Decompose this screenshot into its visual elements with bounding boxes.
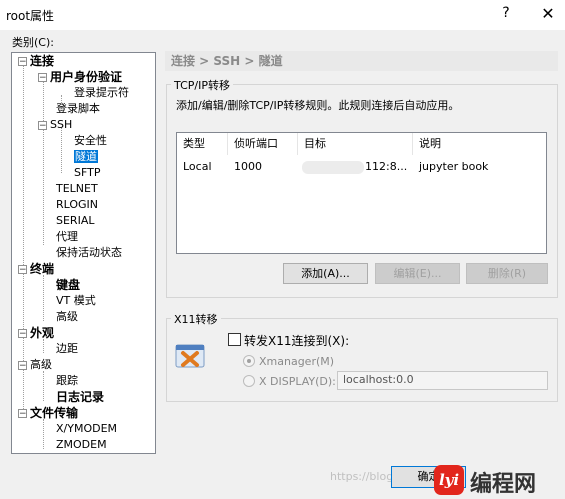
cell-port: 1000 bbox=[234, 160, 262, 173]
column-header-desc[interactable]: 说明 bbox=[413, 133, 545, 155]
collapse-icon[interactable]: − bbox=[18, 409, 27, 419]
radio-x-display-label: X DISPLAY(D): bbox=[259, 375, 336, 388]
column-header-port[interactable]: 侦听端口 bbox=[228, 133, 298, 155]
list-header: 类型 侦听端口 目标 说明 bbox=[177, 133, 546, 155]
tree-item-appearance[interactable]: − 外观 bbox=[18, 325, 54, 341]
collapse-icon[interactable]: − bbox=[38, 120, 47, 130]
tree-item-keyboard[interactable]: 键盘 bbox=[56, 277, 80, 293]
tree-item-terminal[interactable]: − 终端 bbox=[18, 261, 54, 277]
brand-logo-icon: lyi bbox=[434, 465, 464, 495]
radio-xmanager-label: Xmanager(M) bbox=[259, 355, 335, 368]
column-header-target[interactable]: 目标 bbox=[298, 133, 413, 155]
radio-x-display[interactable] bbox=[243, 375, 255, 387]
title-bar: root属性 ? ✕ bbox=[0, 0, 565, 30]
tree-item-terminal-advanced[interactable]: 高级 bbox=[56, 309, 78, 325]
collapse-icon[interactable]: − bbox=[18, 57, 27, 67]
tree-item-trace[interactable]: 跟踪 bbox=[56, 373, 78, 389]
forward-x11-checkbox[interactable] bbox=[228, 333, 241, 346]
redacted-blur bbox=[302, 161, 364, 174]
column-header-type[interactable]: 类型 bbox=[177, 133, 228, 155]
forwarding-rules-list[interactable]: 类型 侦听端口 目标 说明 Local 1000 112:8... jupyte… bbox=[176, 132, 547, 254]
tree-item-advanced[interactable]: − 高级 bbox=[18, 357, 52, 373]
tree-item-connection[interactable]: − 连接 bbox=[18, 53, 54, 69]
tree-item-proxy[interactable]: 代理 bbox=[56, 229, 78, 245]
xmanager-icon bbox=[175, 342, 207, 370]
close-button[interactable]: ✕ bbox=[537, 4, 559, 23]
tree-item-zmodem[interactable]: ZMODEM bbox=[56, 437, 107, 453]
category-tree[interactable]: − 连接 − 用户身份验证 登录提示符 登录脚本 − SSH 安全性 隧道 SFTP … bbox=[11, 52, 156, 454]
radio-xmanager[interactable] bbox=[243, 355, 255, 367]
x11-group-title: X11转移 bbox=[171, 311, 221, 327]
collapse-icon[interactable]: − bbox=[18, 265, 27, 275]
tree-item-xymodem[interactable]: X/YMODEM bbox=[56, 421, 117, 437]
tree-item-rlogin[interactable]: RLOGIN bbox=[56, 197, 98, 213]
cell-type: Local bbox=[183, 160, 212, 173]
tree-item-security[interactable]: 安全性 bbox=[74, 133, 107, 149]
help-button[interactable]: ? bbox=[496, 5, 516, 21]
tree-item-login-prompt[interactable]: 登录提示符 bbox=[74, 85, 129, 101]
forward-x11-label: 转发X11连接到(X): bbox=[244, 334, 350, 348]
tree-item-vt-mode[interactable]: VT 模式 bbox=[56, 293, 96, 309]
tree-item-user-auth[interactable]: − 用户身份验证 bbox=[38, 69, 122, 85]
tree-item-sftp[interactable]: SFTP bbox=[74, 165, 100, 181]
tree-item-margins[interactable]: 边距 bbox=[56, 341, 78, 357]
table-row[interactable]: Local 1000 112:8... jupyter book bbox=[177, 159, 546, 175]
cell-desc: jupyter book bbox=[419, 160, 489, 173]
brand-watermark: lyi 编程网 bbox=[430, 462, 565, 499]
delete-button[interactable]: 删除(R) bbox=[466, 263, 548, 284]
tree-item-keepalive[interactable]: 保持活动状态 bbox=[56, 245, 122, 261]
collapse-icon[interactable]: − bbox=[18, 360, 27, 370]
x-display-input[interactable]: localhost:0.0 bbox=[337, 371, 548, 390]
collapse-icon[interactable]: − bbox=[38, 73, 47, 83]
cell-target: 112:8... bbox=[365, 160, 408, 173]
breadcrumb: 连接 > SSH > 隧道 bbox=[165, 51, 558, 71]
tree-item-serial[interactable]: SERIAL bbox=[56, 213, 94, 229]
tree-item-login-script[interactable]: 登录脚本 bbox=[56, 101, 100, 117]
add-button[interactable]: 添加(A)... bbox=[283, 263, 368, 284]
collapse-icon[interactable]: − bbox=[18, 329, 27, 339]
brand-text: 编程网 bbox=[470, 472, 537, 497]
tree-item-file-transfer[interactable]: − 文件传输 bbox=[18, 405, 78, 421]
window-title: root属性 bbox=[6, 9, 55, 23]
tcpip-description: 添加/编辑/删除TCP/IP转移规则。此规则连接后自动应用。 bbox=[176, 99, 460, 112]
tree-item-tunnel[interactable]: 隧道 bbox=[74, 149, 98, 165]
tree-item-ssh[interactable]: − SSH bbox=[38, 117, 72, 133]
tree-item-telnet[interactable]: TELNET bbox=[56, 181, 98, 197]
edit-button[interactable]: 编辑(E)... bbox=[375, 263, 460, 284]
category-label: 类别(C): bbox=[12, 36, 54, 49]
tcpip-group-title: TCP/IP转移 bbox=[171, 77, 233, 93]
tree-item-logging[interactable]: 日志记录 bbox=[56, 389, 104, 405]
